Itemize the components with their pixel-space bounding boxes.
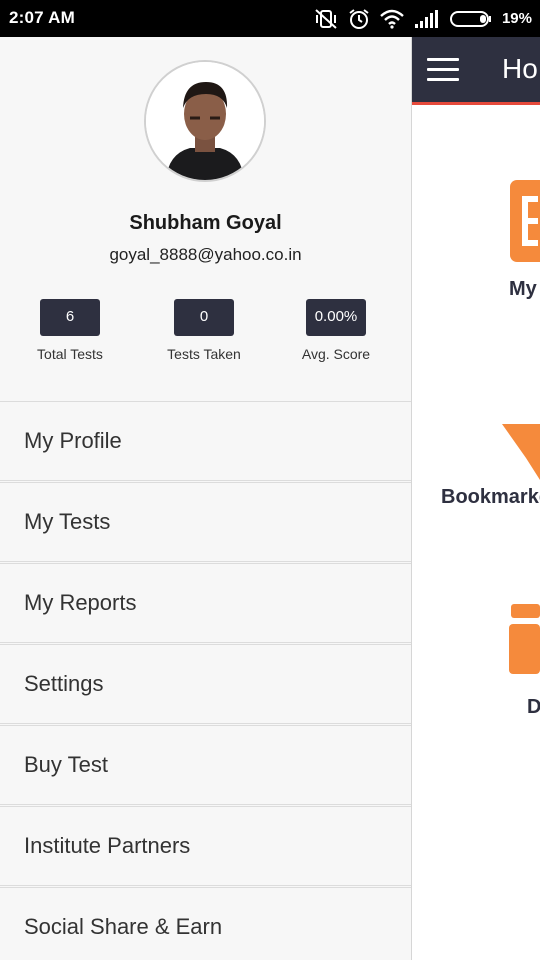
stat-value: 0 <box>174 299 234 336</box>
menu-item-social-share-earn[interactable]: Social Share & Earn <box>0 887 411 960</box>
avatar[interactable] <box>144 60 266 182</box>
menu-item-label: My Reports <box>24 590 137 615</box>
drawer-menu: My Profile My Tests My Reports Settings … <box>0 401 411 960</box>
star-icon <box>502 424 540 480</box>
home-tile-bookmarks[interactable]: Bookmarke <box>412 410 540 520</box>
menu-item-buy-test[interactable]: Buy Test <box>0 725 411 805</box>
home-tile-my[interactable]: My <box>412 170 540 310</box>
navigation-drawer: Shubham Goyal goyal_8888@yahoo.co.in 6 T… <box>0 37 412 960</box>
menu-item-label: Buy Test <box>24 752 108 777</box>
home-tile-downloads[interactable]: D <box>412 600 540 720</box>
home-tile-label: Bookmarke <box>441 486 540 508</box>
download-box-icon <box>509 604 540 674</box>
menu-item-label: Settings <box>24 671 104 696</box>
menu-item-institute-partners[interactable]: Institute Partners <box>0 806 411 886</box>
home-tile-label: D <box>527 696 540 718</box>
avatar-image <box>146 62 264 180</box>
vibrate-mute-icon <box>315 8 337 29</box>
home-tile-label: My <box>509 278 537 300</box>
stat-value: 0.00% <box>306 299 366 336</box>
battery-icon <box>449 10 491 27</box>
book-icon <box>510 180 540 262</box>
signal-icon <box>414 9 438 28</box>
stat-label: Avg. Score <box>301 346 371 362</box>
menu-item-my-reports[interactable]: My Reports <box>0 563 411 643</box>
battery-percent: 19% <box>501 10 532 27</box>
menu-item-my-tests[interactable]: My Tests <box>0 482 411 562</box>
menu-item-label: My Profile <box>24 428 122 453</box>
menu-item-label: My Tests <box>24 509 111 534</box>
stat-avg-score: 0.00% Avg. Score <box>276 299 396 362</box>
menu-item-my-profile[interactable]: My Profile <box>0 401 411 481</box>
status-icons: 19% <box>314 6 532 31</box>
stat-label: Total Tests <box>37 346 103 362</box>
menu-item-label: Institute Partners <box>24 833 191 858</box>
user-name: Shubham Goyal <box>129 212 282 234</box>
alarm-icon <box>349 8 369 29</box>
stat-label: Tests Taken <box>167 346 241 362</box>
menu-item-settings[interactable]: Settings <box>0 644 411 724</box>
menu-item-label: Social Share & Earn <box>24 914 223 939</box>
stat-value: 6 <box>40 299 100 336</box>
home-title: Ho <box>502 53 538 84</box>
wifi-icon <box>380 9 404 29</box>
status-time: 2:07 AM <box>9 8 75 27</box>
menu-icon[interactable] <box>427 58 459 82</box>
user-email: goyal_8888@yahoo.co.in <box>109 245 302 264</box>
stat-tests-taken: 0 Tests Taken <box>144 299 264 362</box>
home-app-bar-underline <box>412 102 540 105</box>
stat-total-tests: 6 Total Tests <box>10 299 130 362</box>
status-bar: 2:07 AM 19% <box>0 0 540 37</box>
